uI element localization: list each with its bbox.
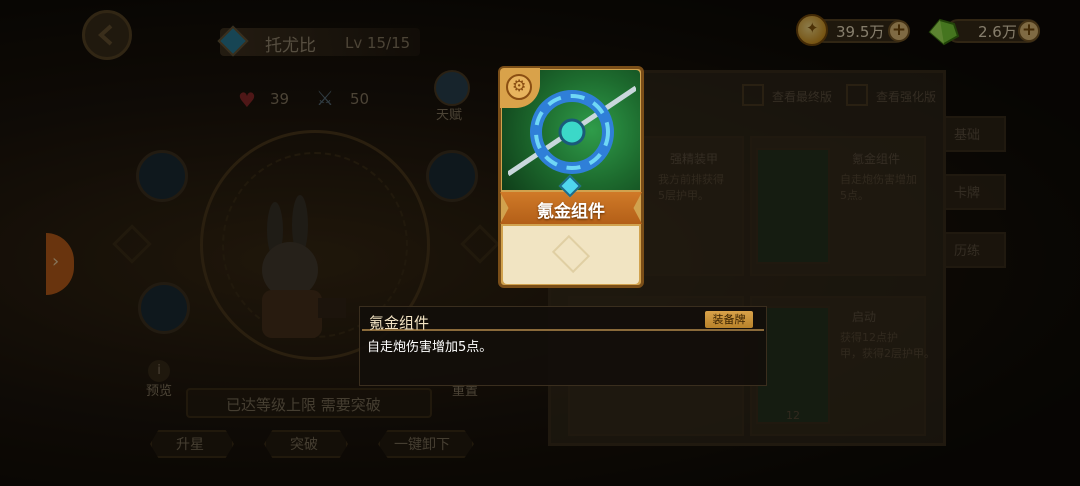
card-name: 氪金组件 xyxy=(537,202,605,222)
tooltip-title: 氪金组件 xyxy=(369,314,430,332)
tooltip-description: 自走炮伤害增加5点。 xyxy=(367,340,493,355)
gear-icon: ⚙ xyxy=(506,74,532,100)
card-type-badge: 装备牌 xyxy=(705,311,753,328)
